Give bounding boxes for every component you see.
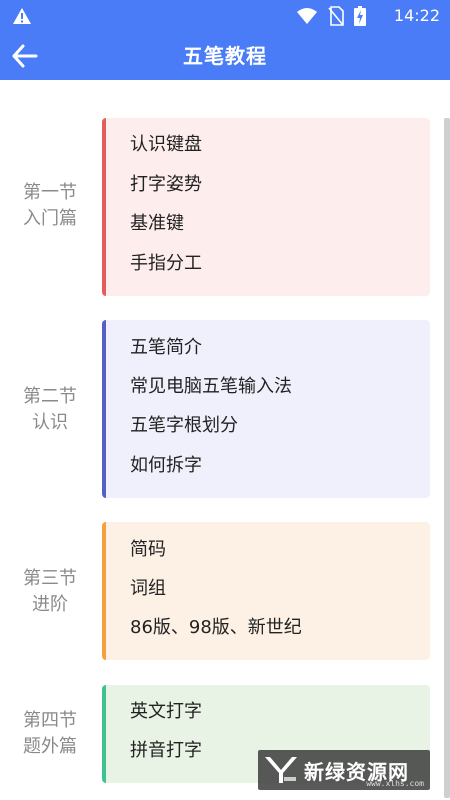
section-1-number: 第一节 xyxy=(23,182,77,203)
section-label-2: 第二节 认识 xyxy=(0,384,100,436)
lesson-item[interactable]: 词组 xyxy=(130,577,166,601)
section-label-1: 第一节 入门篇 xyxy=(0,180,100,232)
lesson-item[interactable]: 基准键 xyxy=(130,212,184,236)
page-title: 五笔教程 xyxy=(183,44,267,68)
section-label-4: 第四节 题外篇 xyxy=(0,708,100,760)
scrollbar[interactable] xyxy=(444,118,450,798)
section-label-3: 第三节 进阶 xyxy=(0,566,100,618)
no-sim-icon xyxy=(328,6,344,26)
section-2-name: 认识 xyxy=(32,412,68,433)
status-bar: 14:22 xyxy=(0,0,450,32)
wifi-icon xyxy=(297,8,317,24)
lesson-item[interactable]: 认识键盘 xyxy=(130,133,202,157)
section-3-number: 第三节 xyxy=(23,568,77,589)
section-card-3: 简码 词组 86版、98版、新世纪 xyxy=(102,522,430,660)
lesson-item[interactable]: 手指分工 xyxy=(130,252,202,276)
lesson-item[interactable]: 五笔简介 xyxy=(130,336,202,360)
lesson-item[interactable]: 如何拆字 xyxy=(130,454,202,478)
section-card-1: 认识键盘 打字姿势 基准键 手指分工 xyxy=(102,118,430,296)
app-bar: 五笔教程 xyxy=(0,32,450,80)
section-2-number: 第二节 xyxy=(23,386,77,407)
lesson-item[interactable]: 简码 xyxy=(130,538,166,562)
warning-icon xyxy=(13,8,31,24)
lesson-item[interactable]: 拼音打字 xyxy=(130,739,202,763)
section-3-name: 进阶 xyxy=(32,594,68,615)
section-4-number: 第四节 xyxy=(23,710,77,731)
section-4-name: 题外篇 xyxy=(23,736,77,757)
watermark-logo-icon xyxy=(265,757,297,783)
section-1-name: 入门篇 xyxy=(23,208,77,229)
lesson-item[interactable]: 86版、98版、新世纪 xyxy=(130,616,302,640)
lesson-item[interactable]: 常见电脑五笔输入法 xyxy=(130,375,292,399)
watermark-url: www.xlhs.com xyxy=(366,779,424,788)
watermark: 新绿资源网 www.xlhs.com xyxy=(258,750,430,790)
status-time: 14:22 xyxy=(393,6,440,25)
section-card-2: 五笔简介 常见电脑五笔输入法 五笔字根划分 如何拆字 xyxy=(102,320,430,498)
battery-charging-icon xyxy=(354,6,366,26)
lesson-item[interactable]: 打字姿势 xyxy=(130,173,202,197)
lesson-item[interactable]: 英文打字 xyxy=(130,700,202,724)
lesson-item[interactable]: 五笔字根划分 xyxy=(130,414,238,438)
